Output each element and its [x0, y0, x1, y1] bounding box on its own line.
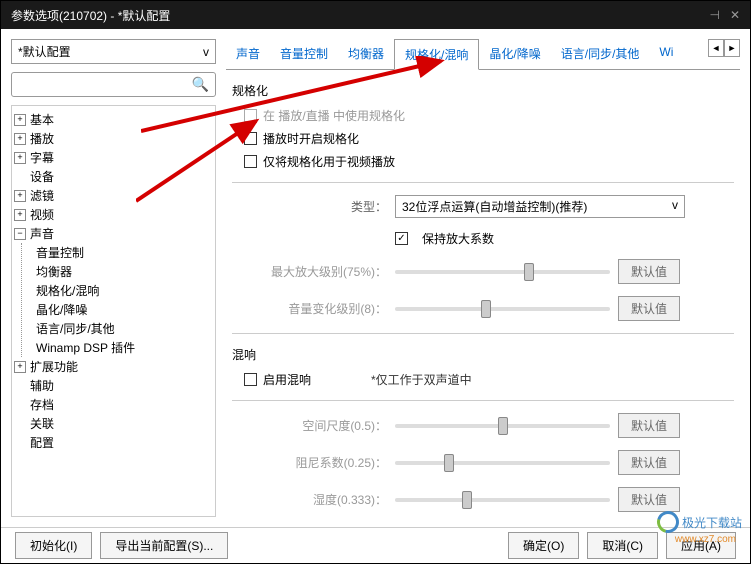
- tree-item-eq[interactable]: 均衡器: [30, 262, 213, 281]
- tab-wi[interactable]: Wi: [649, 39, 683, 69]
- tree-item-winamp[interactable]: Winamp DSP 插件: [30, 338, 213, 357]
- tab-volume[interactable]: 音量控制: [270, 39, 338, 69]
- tree-item-device[interactable]: 设备: [14, 167, 213, 186]
- export-button[interactable]: 导出当前配置(S)...: [100, 532, 228, 559]
- tree-item-assist[interactable]: 辅助: [14, 376, 213, 395]
- right-panel: 声音 音量控制 均衡器 规格化/混响 晶化/降噪 语言/同步/其他 Wi ◄ ►…: [226, 39, 740, 517]
- left-panel: *默认配置 v 🔍 +基本 +播放 +字幕 设备 +滤镜 +视频 −声音 音量控…: [11, 39, 216, 517]
- default-button[interactable]: 默认值: [618, 259, 680, 284]
- tab-sound[interactable]: 声音: [226, 39, 270, 69]
- watermark: 极光下载站: [657, 511, 742, 533]
- damping-slider[interactable]: [395, 461, 610, 465]
- vol-change-slider[interactable]: [395, 307, 610, 311]
- config-dropdown[interactable]: *默认配置 v: [11, 39, 216, 64]
- tree-item-config[interactable]: 配置: [14, 433, 213, 452]
- tree-item-playback[interactable]: +播放: [14, 129, 213, 148]
- chevron-down-icon: v: [672, 198, 678, 215]
- reverb-title: 混响: [232, 346, 734, 363]
- expander-icon[interactable]: +: [14, 114, 26, 126]
- tree-item-audio[interactable]: −声音: [14, 224, 213, 243]
- tab-content: 规格化 在 播放/直播 中使用规格化 播放时开启规格化 仅将规格化用于视频播放 …: [226, 70, 740, 517]
- tree-item-volume[interactable]: 音量控制: [30, 243, 213, 262]
- tab-nav-left[interactable]: ◄: [708, 39, 724, 57]
- nav-tree: +基本 +播放 +字幕 设备 +滤镜 +视频 −声音 音量控制 均衡器 规格化/…: [11, 105, 216, 517]
- expander-icon[interactable]: +: [14, 361, 26, 373]
- tab-nav-right[interactable]: ►: [724, 39, 740, 57]
- search-input[interactable]: 🔍: [11, 72, 216, 97]
- checkbox-icon[interactable]: [244, 373, 257, 386]
- normalize-title: 规格化: [232, 82, 734, 99]
- tree-item-lang[interactable]: 语言/同步/其他: [30, 319, 213, 338]
- tree-item-assoc[interactable]: 关联: [14, 414, 213, 433]
- cb-keep-factor[interactable]: [395, 232, 408, 245]
- checkbox-icon[interactable]: [244, 155, 257, 168]
- chevron-down-icon: v: [203, 45, 209, 59]
- checkbox-icon[interactable]: [244, 109, 257, 122]
- titlebar: 参数选项(210702) - *默认配置 ⊣ ✕: [1, 1, 750, 29]
- bottom-bar: 初始化(I) 导出当前配置(S)... 确定(O) 取消(C) 应用(A): [1, 527, 750, 563]
- watermark-sub: www.xz7.com: [675, 534, 736, 545]
- expander-icon[interactable]: +: [14, 209, 26, 221]
- tree-item-crystal[interactable]: 晶化/降噪: [30, 300, 213, 319]
- tab-crystal[interactable]: 晶化/降噪: [479, 39, 550, 69]
- tree-item-normalize[interactable]: 规格化/混响: [30, 281, 213, 300]
- type-select[interactable]: 32位浮点运算(自动增益控制)(推荐) v: [395, 195, 685, 218]
- type-label: 类型：: [232, 198, 387, 215]
- room-size-slider[interactable]: [395, 424, 610, 428]
- cancel-button[interactable]: 取消(C): [587, 532, 658, 559]
- window-title: 参数选项(210702) - *默认配置: [11, 7, 170, 24]
- cb-normalize-video-only[interactable]: 仅将规格化用于视频播放: [232, 153, 734, 170]
- tree-item-filter[interactable]: +滤镜: [14, 186, 213, 205]
- tree-item-video[interactable]: +视频: [14, 205, 213, 224]
- init-button[interactable]: 初始化(I): [15, 532, 92, 559]
- pin-icon[interactable]: ⊣: [709, 8, 719, 22]
- tab-normalize[interactable]: 规格化/混响: [394, 39, 479, 70]
- checkbox-icon[interactable]: [244, 132, 257, 145]
- expander-icon[interactable]: +: [14, 152, 26, 164]
- tree-item-subtitle[interactable]: +字幕: [14, 148, 213, 167]
- cb-use-normalize-live[interactable]: 在 播放/直播 中使用规格化: [232, 107, 734, 124]
- tab-lang[interactable]: 语言/同步/其他: [551, 39, 650, 69]
- default-button[interactable]: 默认值: [618, 450, 680, 475]
- wet-label: 湿度(0.333)：: [232, 491, 387, 508]
- wet-slider[interactable]: [395, 498, 610, 502]
- default-button[interactable]: 默认值: [618, 413, 680, 438]
- tree-item-basic[interactable]: +基本: [14, 110, 213, 129]
- tabs: 声音 音量控制 均衡器 规格化/混响 晶化/降噪 语言/同步/其他 Wi ◄ ►: [226, 39, 740, 70]
- tab-eq[interactable]: 均衡器: [338, 39, 394, 69]
- tree-item-extension[interactable]: +扩展功能: [14, 357, 213, 376]
- room-size-label: 空间尺度(0.5)：: [232, 417, 387, 434]
- close-icon[interactable]: ✕: [730, 8, 740, 22]
- ok-button[interactable]: 确定(O): [508, 532, 579, 559]
- cb-enable-normalize-play[interactable]: 播放时开启规格化: [232, 130, 734, 147]
- tree-item-archive[interactable]: 存档: [14, 395, 213, 414]
- cb-enable-reverb[interactable]: 启用混响 *仅工作于双声道中: [232, 371, 734, 388]
- default-button[interactable]: 默认值: [618, 487, 680, 512]
- reverb-note: *仅工作于双声道中: [371, 371, 472, 388]
- expander-icon[interactable]: −: [14, 228, 26, 240]
- max-amp-slider[interactable]: [395, 270, 610, 274]
- max-amp-label: 最大放大级别(75%)：: [232, 263, 387, 280]
- config-selected: *默认配置: [18, 43, 71, 60]
- default-button[interactable]: 默认值: [618, 296, 680, 321]
- expander-icon[interactable]: +: [14, 133, 26, 145]
- vol-change-label: 音量变化级别(8)：: [232, 300, 387, 317]
- expander-icon[interactable]: +: [14, 190, 26, 202]
- damping-label: 阻尼系数(0.25)：: [232, 454, 387, 471]
- watermark-icon: [653, 507, 683, 537]
- search-icon: 🔍: [192, 76, 209, 93]
